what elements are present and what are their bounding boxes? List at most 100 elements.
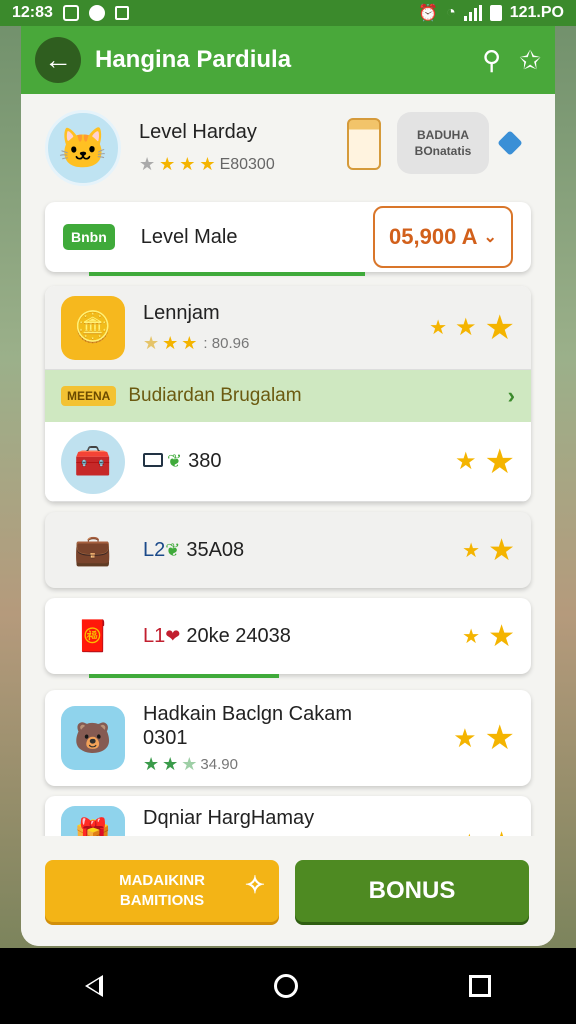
- level-progress: [45, 272, 531, 276]
- list-item[interactable]: 🧰 ❦ 380 ★ ★: [45, 422, 531, 502]
- nav-recents-icon[interactable]: [468, 975, 491, 997]
- section-progress: [45, 674, 531, 678]
- star-icon: ★: [455, 314, 477, 341]
- battery-text: 121.PO: [509, 4, 564, 21]
- card-subtitle: 0301: [143, 726, 188, 749]
- star-rating: ★ ★: [455, 442, 515, 482]
- card-title: Hadkain Baclgn Cakam: [143, 702, 352, 725]
- star-icon: ★: [162, 753, 179, 774]
- nav-home-icon[interactable]: [273, 974, 298, 998]
- chevron-down-icon: ⌄: [483, 229, 497, 246]
- profile-rating-value: E80300: [219, 155, 275, 173]
- star-icon: ★: [159, 154, 176, 174]
- item-value: 20ke 24038: [186, 624, 291, 647]
- card-rating-value: 34.90: [200, 755, 238, 773]
- gem-icon[interactable]: [497, 130, 523, 156]
- nav-back-icon[interactable]: [85, 975, 104, 997]
- status-bar: 12:83 ⏰ ◔ 121.PO: [0, 0, 576, 26]
- star-icon: ★: [199, 154, 216, 174]
- level-dropdown-value: 05,900 A: [389, 224, 478, 249]
- game-notification-icon: [114, 6, 129, 20]
- heart-icon: ❤: [165, 625, 181, 646]
- item-value: 35A08: [186, 538, 245, 561]
- section-tag: MEENA: [61, 386, 117, 406]
- photo-notification-icon: [62, 5, 79, 21]
- item-value: 380: [188, 450, 222, 472]
- level-dropdown[interactable]: 05,900 A ⌄: [373, 206, 513, 268]
- level-label: Level Male: [140, 225, 238, 248]
- star-icon: ★: [143, 332, 160, 353]
- wifi-icon: ◔: [446, 4, 456, 21]
- level-badge: Bnbn: [63, 224, 115, 250]
- leaf-icon: ❦: [167, 451, 183, 471]
- star-rating: ★ ★: [462, 619, 515, 654]
- star-icon: ★: [181, 753, 198, 774]
- red-box-icon: 🧧: [74, 619, 112, 653]
- alarm-icon: ⏰: [418, 5, 439, 22]
- system-nav-bar: [0, 948, 576, 1024]
- bottom-action-bar: MADAIKINR BAMITIONS ✧ BONUS: [21, 836, 555, 946]
- section-title: Budiardan Brugalam: [128, 385, 302, 406]
- star-icon: ★: [162, 332, 179, 353]
- star-icon: ★: [453, 722, 477, 753]
- star-icon: ★: [429, 317, 447, 339]
- promotions-line2: BAMITIONS: [119, 892, 205, 909]
- ticket-icon: [143, 453, 163, 467]
- star-icon: ★: [181, 332, 198, 353]
- star-icon: ★: [484, 442, 515, 481]
- leaf-icon: ❦: [165, 539, 181, 560]
- app-bar: ← Hangina Pardiula ⚲ ✩: [21, 26, 555, 94]
- honey-jar-icon[interactable]: [347, 118, 381, 170]
- level-row[interactable]: Bnbn Level Male 05,900 A ⌄: [45, 202, 531, 272]
- item-list: 🪙 Lennjam ★ ★ ★ : 80.96 ★ ★ ★ MEENA Budi…: [45, 286, 531, 502]
- page-title: Hangina Pardiula: [95, 46, 292, 73]
- chest-icon: 🧰: [61, 429, 125, 494]
- star-icon: ★: [488, 619, 515, 653]
- list-item[interactable]: 🪙 Lennjam ★ ★ ★ : 80.96 ★ ★ ★: [45, 286, 531, 370]
- avatar[interactable]: 🐱: [45, 110, 121, 186]
- profile-rating: ★ ★ ★ ★ E80300: [139, 154, 275, 175]
- star-rating: ★ ★: [462, 533, 515, 568]
- star-icon: ★: [484, 308, 515, 347]
- coin-icon: 🪙: [61, 295, 125, 360]
- promo-button[interactable]: BADUHA BOnatatis: [397, 112, 489, 174]
- star-icon: ★: [139, 154, 156, 174]
- promotions-button[interactable]: MADAIKINR BAMITIONS ✧: [45, 860, 279, 922]
- star-icon: ★: [143, 753, 160, 774]
- search-icon[interactable]: ⚲: [482, 45, 501, 76]
- star-icon: ★: [462, 539, 481, 562]
- star-badge-icon[interactable]: ✩: [519, 45, 541, 76]
- star-icon: ★: [488, 533, 515, 567]
- promo-line2: BOnatatis: [414, 144, 472, 158]
- chevron-right-icon: ›: [507, 383, 515, 408]
- star-icon: ★: [455, 448, 477, 475]
- star-icon: ★: [462, 625, 481, 648]
- sparkle-icon: ✧: [244, 872, 265, 899]
- app-notification-icon: [88, 5, 105, 21]
- list-item[interactable]: 🧧 L1❤ 20ke 24038 ★ ★: [45, 598, 531, 674]
- arrow-left-icon: ←: [44, 44, 72, 75]
- status-time: 12:83: [12, 4, 53, 21]
- item-rating-value: : 80.96: [200, 334, 250, 352]
- profile-name: Level Harday: [139, 121, 257, 143]
- app-window: ← Hangina Pardiula ⚲ ✩ 🐱 Level Harday ★ …: [21, 26, 555, 946]
- profile-header: 🐱 Level Harday ★ ★ ★ ★ E80300 BADUHA BOn…: [21, 94, 555, 202]
- card-title: Dqniar HargHamay: [143, 807, 315, 829]
- promo-line1: BADUHA: [417, 128, 469, 142]
- bonus-button[interactable]: BONUS: [295, 860, 529, 922]
- section-header[interactable]: MEENA Budiardan Brugalam ›: [45, 370, 531, 422]
- back-button[interactable]: ←: [35, 37, 81, 83]
- star-rating: ★ ★: [453, 718, 515, 758]
- item-title: Lennjam: [143, 301, 220, 324]
- briefcase-icon: 💼: [74, 533, 112, 567]
- item-prefix: L1: [143, 624, 166, 647]
- star-icon: ★: [484, 719, 515, 757]
- bear-icon: 🐻: [61, 706, 125, 770]
- list-card[interactable]: 🐻 Hadkain Baclgn Cakam 0301 ★ ★ ★ 34.90 …: [45, 690, 531, 786]
- star-icon: ★: [179, 154, 196, 174]
- character-icon: 🐱: [58, 126, 108, 171]
- list-item[interactable]: 💼 L2❦ 35A08 ★ ★: [45, 512, 531, 588]
- card-rating: ★ ★ ★ 34.90: [143, 754, 352, 775]
- battery-icon: [489, 5, 502, 21]
- item-rating: ★ ★ ★ : 80.96: [143, 333, 249, 354]
